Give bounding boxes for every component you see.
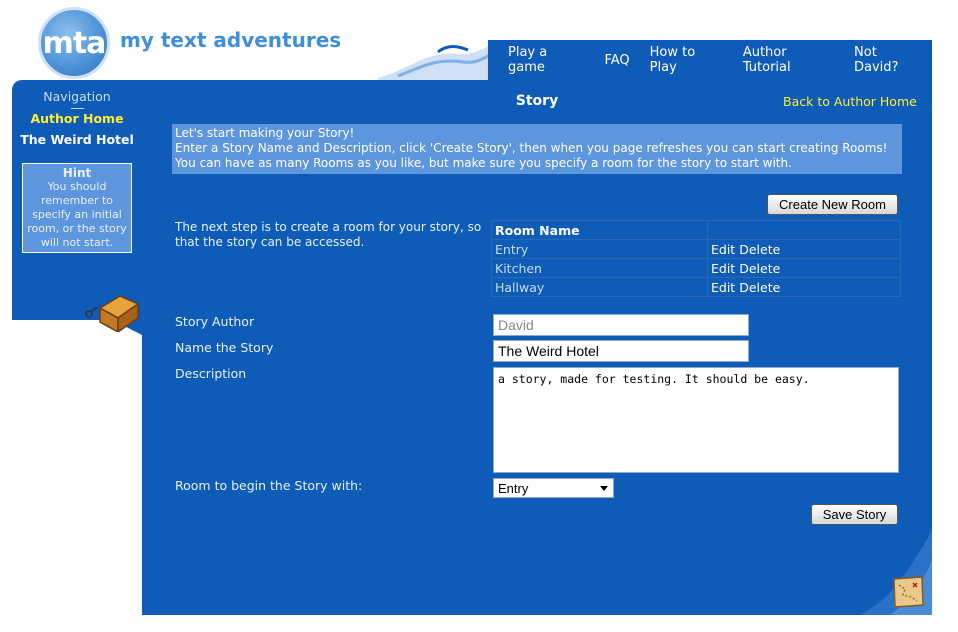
description-textarea[interactable]: a story, made for testing. It should be … bbox=[493, 367, 899, 473]
delete-room-link[interactable]: Delete bbox=[739, 280, 780, 295]
logo-badge[interactable]: mta bbox=[38, 7, 110, 79]
room-actions-cell: Edit Delete bbox=[707, 277, 901, 297]
start-room-value: Entry bbox=[498, 480, 529, 496]
table-row: Hallway Edit Delete bbox=[491, 277, 901, 297]
table-row: Entry Edit Delete bbox=[491, 239, 901, 259]
treasure-chest-icon bbox=[85, 295, 140, 332]
edit-room-link[interactable]: Edit bbox=[711, 242, 735, 257]
story-name-input[interactable]: The Weird Hotel bbox=[493, 340, 749, 362]
room-actions-cell: Edit Delete bbox=[707, 258, 901, 278]
sidebar-item-author-home[interactable]: Author Home bbox=[12, 111, 142, 126]
story-author-label: Story Author bbox=[175, 314, 255, 329]
sidebar-item-story[interactable]: The Weird Hotel bbox=[12, 132, 142, 147]
treasure-map-icon[interactable] bbox=[891, 575, 925, 609]
hint-text: You should remember to specify an initia… bbox=[27, 180, 127, 249]
nav-author-tutorial[interactable]: Author Tutorial bbox=[743, 45, 834, 75]
swirl-decoration-icon bbox=[378, 42, 498, 82]
room-name-cell: Kitchen bbox=[491, 258, 708, 278]
hint-title: Hint bbox=[62, 166, 92, 180]
room-name-cell: Entry bbox=[491, 239, 708, 259]
nav-faq[interactable]: FAQ bbox=[604, 53, 629, 68]
info-box: Let's start making your Story! Enter a S… bbox=[172, 124, 902, 174]
delete-room-link[interactable]: Delete bbox=[739, 242, 780, 257]
back-to-author-home-link[interactable]: Back to Author Home bbox=[783, 94, 917, 109]
rooms-table: Room Name Entry Edit Delete Kitchen Edit D… bbox=[491, 220, 901, 297]
edit-room-link[interactable]: Edit bbox=[711, 280, 735, 295]
table-header-row: Room Name bbox=[491, 220, 901, 240]
hint-box: Hint You should remember to specify an i… bbox=[22, 163, 132, 253]
description-label: Description bbox=[175, 366, 247, 381]
actions-header bbox=[707, 220, 901, 240]
logo-wordmark[interactable]: my text adventures bbox=[120, 28, 341, 52]
next-step-text: The next step is to create a room for yo… bbox=[175, 220, 482, 249]
table-row: Kitchen Edit Delete bbox=[491, 258, 901, 278]
room-actions-cell: Edit Delete bbox=[707, 239, 901, 259]
edit-room-link[interactable]: Edit bbox=[711, 261, 735, 276]
delete-room-link[interactable]: Delete bbox=[739, 261, 780, 276]
story-author-input[interactable]: David bbox=[493, 314, 749, 336]
info-line: Let's start making your Story! bbox=[175, 126, 355, 140]
nav-logout[interactable]: Not David? bbox=[854, 45, 922, 75]
chevron-down-icon bbox=[600, 486, 608, 491]
story-name-label: Name the Story bbox=[175, 340, 274, 355]
nav-play-a-game[interactable]: Play a game bbox=[508, 45, 584, 75]
navigation-title: Navigation bbox=[43, 89, 111, 104]
start-room-select[interactable]: Entry bbox=[493, 478, 614, 498]
create-new-room-button[interactable]: Create New Room bbox=[767, 194, 898, 215]
save-story-button[interactable]: Save Story bbox=[811, 504, 898, 525]
start-room-label: Room to begin the Story with: bbox=[175, 478, 363, 493]
room-name-header: Room Name bbox=[491, 220, 708, 240]
navigation-divider bbox=[71, 108, 84, 109]
nav-how-to-play[interactable]: How to Play bbox=[650, 45, 723, 75]
room-name-cell: Hallway bbox=[491, 277, 708, 297]
info-line: Enter a Story Name and Description, clic… bbox=[175, 141, 888, 155]
info-line: You can have as many Rooms as you like, … bbox=[175, 156, 792, 170]
top-navigation: Play a game FAQ How to Play Author Tutor… bbox=[488, 40, 932, 80]
